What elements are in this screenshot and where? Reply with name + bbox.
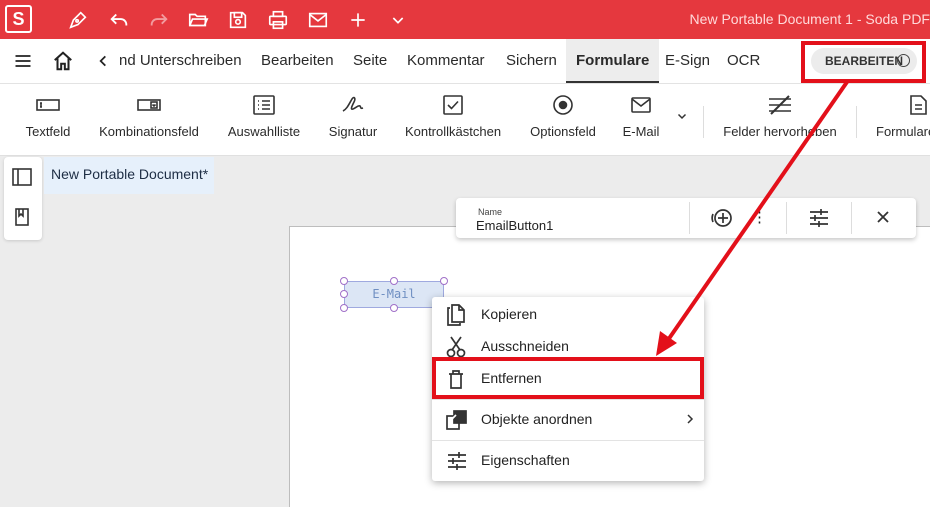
annotation-arrow xyxy=(656,80,849,356)
